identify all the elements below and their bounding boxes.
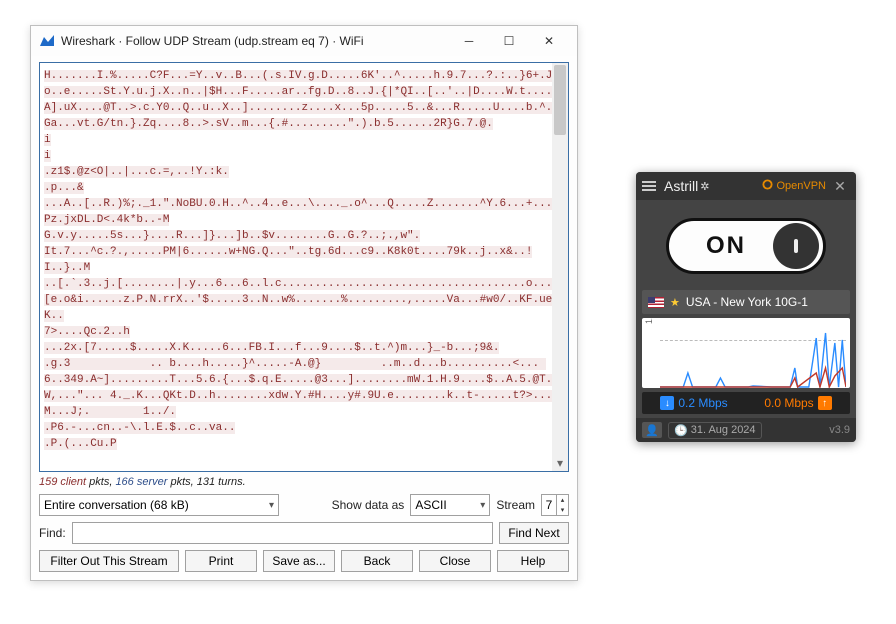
chevron-down-icon: ▾ — [480, 500, 485, 511]
help-button[interactable]: Help — [497, 550, 569, 572]
clock-icon: 🕒 — [674, 424, 688, 437]
menu-icon[interactable] — [642, 181, 660, 191]
switch-area: ON — [636, 200, 856, 290]
toggle-label: ON — [669, 232, 773, 260]
download-speed: 0.2 Mbps — [678, 396, 727, 410]
protocol-selector[interactable]: OpenVPN — [762, 179, 826, 193]
date-display[interactable]: 🕒 31. Aug 2024 — [668, 422, 762, 439]
openvpn-icon — [762, 179, 773, 193]
find-input[interactable] — [72, 522, 493, 544]
spin-up-icon[interactable]: ▴ — [557, 495, 568, 505]
maximize-button[interactable]: ☐ — [489, 27, 529, 55]
server-name: USA - New York 10G-1 — [686, 295, 808, 309]
vpn-toggle[interactable]: ON — [666, 218, 826, 274]
packet-summary: 159 client pkts, 166 server pkts, 131 tu… — [39, 476, 569, 488]
upload-arrow-icon: ↑ — [818, 396, 832, 410]
close-button[interactable]: ✕ — [529, 27, 569, 55]
astrill-widget: Astrill✲ OpenVPN ✕ ON ★ USA - New York 1… — [636, 172, 856, 442]
astrill-brand: Astrill✲ — [664, 178, 709, 194]
accounts-button[interactable]: 👤 — [642, 422, 662, 438]
print-button[interactable]: Print — [185, 550, 257, 572]
upload-speed: 0.0 Mbps — [764, 396, 813, 410]
flag-usa-icon — [648, 297, 664, 308]
conversation-dropdown[interactable]: Entire conversation (68 kB) ▾ — [39, 494, 279, 516]
astrill-footer: 👤 🕒 31. Aug 2024 v3.9 — [636, 418, 856, 442]
client-count: 159 client — [39, 476, 86, 488]
version-label: v3.9 — [829, 424, 850, 436]
wireshark-window: Wireshark · Follow UDP Stream (udp.strea… — [30, 25, 578, 581]
wireshark-icon — [39, 33, 55, 49]
filter-out-button[interactable]: Filter Out This Stream — [39, 550, 179, 572]
scroll-thumb[interactable] — [554, 65, 566, 135]
favorite-star-icon[interactable]: ★ — [670, 296, 680, 309]
minimize-button[interactable]: ─ — [449, 27, 489, 55]
astrill-close-button[interactable]: ✕ — [830, 178, 850, 195]
scroll-down-icon[interactable]: ▾ — [552, 455, 568, 471]
graph-y-label: 1.0 Mbps — [644, 318, 654, 324]
back-button[interactable]: Back — [341, 550, 413, 572]
traffic-graph: 1.0 Mbps — [642, 318, 850, 388]
speed-bar: ↓ 0.2 Mbps 0.0 Mbps ↑ — [642, 392, 850, 414]
show-as-label: Show data as — [332, 498, 405, 512]
spin-down-icon[interactable]: ▾ — [557, 505, 568, 515]
wireshark-body: H.......I.%.....C?F...=Y..v..B...(.s.IV.… — [31, 56, 577, 580]
server-count: 166 server — [115, 476, 167, 488]
scrollbar[interactable]: ▴ ▾ — [552, 63, 568, 471]
find-next-button[interactable]: Find Next — [499, 522, 569, 544]
astrill-header: Astrill✲ OpenVPN ✕ — [636, 172, 856, 200]
person-icon: 👤 — [645, 424, 659, 437]
stream-text: H.......I.%.....C?F...=Y..v..B...(.s.IV.… — [44, 70, 559, 450]
toggle-knob — [773, 223, 819, 269]
download-arrow-icon: ↓ — [660, 396, 674, 410]
stream-number-spinner[interactable]: 7 ▴ ▾ — [541, 494, 569, 516]
server-selector[interactable]: ★ USA - New York 10G-1 — [642, 290, 850, 314]
stream-textarea[interactable]: H.......I.%.....C?F...=Y..v..B...(.s.IV.… — [39, 62, 569, 472]
encoding-dropdown[interactable]: ASCII ▾ — [410, 494, 490, 516]
star-icon: ✲ — [700, 180, 709, 193]
close-dialog-button[interactable]: Close — [419, 550, 491, 572]
save-as-button[interactable]: Save as... — [263, 550, 335, 572]
wireshark-titlebar[interactable]: Wireshark · Follow UDP Stream (udp.strea… — [31, 26, 577, 56]
stream-label: Stream — [496, 498, 535, 512]
find-label: Find: — [39, 526, 66, 540]
chevron-down-icon: ▾ — [269, 500, 274, 511]
window-title: Wireshark · Follow UDP Stream (udp.strea… — [61, 34, 449, 48]
